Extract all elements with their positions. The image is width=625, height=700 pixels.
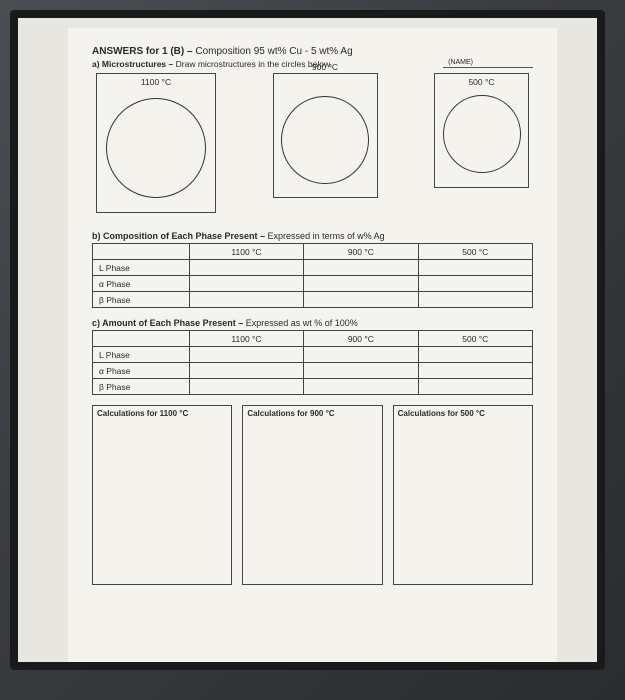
circle-label-500: 500 °C [435, 77, 528, 87]
cell [189, 363, 303, 379]
title-rest: Composition 95 wt% Cu - 5 wt% Ag [195, 46, 352, 57]
screen: ANSWERS for 1 (B) – Composition 95 wt% C… [18, 18, 597, 662]
table-c-col-500: 500 °C [418, 331, 532, 347]
table-c-row-beta: β Phase [93, 379, 190, 395]
circle-box-1100: 1100 °C [96, 73, 216, 213]
calc-label-900: Calculations for 900 °C [243, 406, 381, 421]
section-b-title: b) Composition of Each Phase Present – E… [92, 231, 533, 241]
table-row: β Phase [93, 379, 533, 395]
table-b-col-500: 500 °C [418, 244, 532, 260]
table-b-col-900: 900 °C [304, 244, 418, 260]
section-b-rest: Expressed in terms of w% Ag [268, 231, 385, 241]
cell [189, 379, 303, 395]
section-b-prefix: b) Composition of Each Phase Present – [92, 231, 268, 241]
table-row: α Phase [93, 363, 533, 379]
calc-label-500: Calculations for 500 °C [394, 406, 532, 421]
table-c: 1100 °C 900 °C 500 °C L Phase α Phase β … [92, 330, 533, 395]
cell [189, 347, 303, 363]
name-label: (NAME) [448, 59, 473, 66]
table-b-row-beta: β Phase [93, 292, 190, 308]
table-b-corner [93, 244, 190, 260]
page-title: ANSWERS for 1 (B) – Composition 95 wt% C… [92, 46, 533, 57]
table-b-header-row: 1100 °C 900 °C 500 °C [93, 244, 533, 260]
table-c-col-1100: 1100 °C [189, 331, 303, 347]
table-c-col-900: 900 °C [304, 331, 418, 347]
table-b-row-alpha: α Phase [93, 276, 190, 292]
section-c-title: c) Amount of Each Phase Present – Expres… [92, 318, 533, 328]
section-c-prefix: c) Amount of Each Phase Present – [92, 318, 246, 328]
circle-500 [443, 95, 521, 173]
cell [304, 363, 418, 379]
cell [418, 260, 532, 276]
calc-label-1100: Calculations for 1100 °C [93, 406, 231, 421]
table-row: β Phase [93, 292, 533, 308]
table-b-row-l: L Phase [93, 260, 190, 276]
section-c-rest: Expressed as wt % of 100% [246, 318, 358, 328]
table-c-row-l: L Phase [93, 347, 190, 363]
cell [189, 260, 303, 276]
circle-label-900: 900 °C [274, 62, 377, 72]
cell [418, 379, 532, 395]
calc-box-900: Calculations for 900 °C [242, 405, 382, 585]
cell [418, 276, 532, 292]
table-b: 1100 °C 900 °C 500 °C L Phase α Phase β … [92, 243, 533, 308]
cell [189, 292, 303, 308]
circle-900 [281, 96, 369, 184]
title-prefix: ANSWERS for 1 (B) – [92, 46, 195, 57]
part-a-prefix: a) Microstructures – [92, 59, 176, 69]
cell [418, 363, 532, 379]
circle-box-500: 500 °C [434, 73, 529, 188]
calc-box-500: Calculations for 500 °C [393, 405, 533, 585]
table-row: α Phase [93, 276, 533, 292]
cell [189, 276, 303, 292]
circle-box-900: 900 °C [273, 73, 378, 198]
table-c-header-row: 1100 °C 900 °C 500 °C [93, 331, 533, 347]
cell [304, 260, 418, 276]
table-b-col-1100: 1100 °C [189, 244, 303, 260]
cell [304, 276, 418, 292]
table-row: L Phase [93, 260, 533, 276]
cell [304, 292, 418, 308]
name-underline [443, 67, 533, 68]
circle-1100 [106, 98, 206, 198]
calc-box-1100: Calculations for 1100 °C [92, 405, 232, 585]
worksheet-page: ANSWERS for 1 (B) – Composition 95 wt% C… [68, 28, 557, 662]
circle-label-1100: 1100 °C [97, 77, 215, 87]
cell [304, 379, 418, 395]
cell [418, 347, 532, 363]
calculations-row: Calculations for 1100 °C Calculations fo… [92, 405, 533, 585]
table-c-corner [93, 331, 190, 347]
cell [418, 292, 532, 308]
cell [304, 347, 418, 363]
circles-row: 1100 °C 900 °C 500 °C [92, 73, 533, 213]
table-row: L Phase [93, 347, 533, 363]
table-c-row-alpha: α Phase [93, 363, 190, 379]
monitor-frame: ANSWERS for 1 (B) – Composition 95 wt% C… [10, 10, 605, 670]
